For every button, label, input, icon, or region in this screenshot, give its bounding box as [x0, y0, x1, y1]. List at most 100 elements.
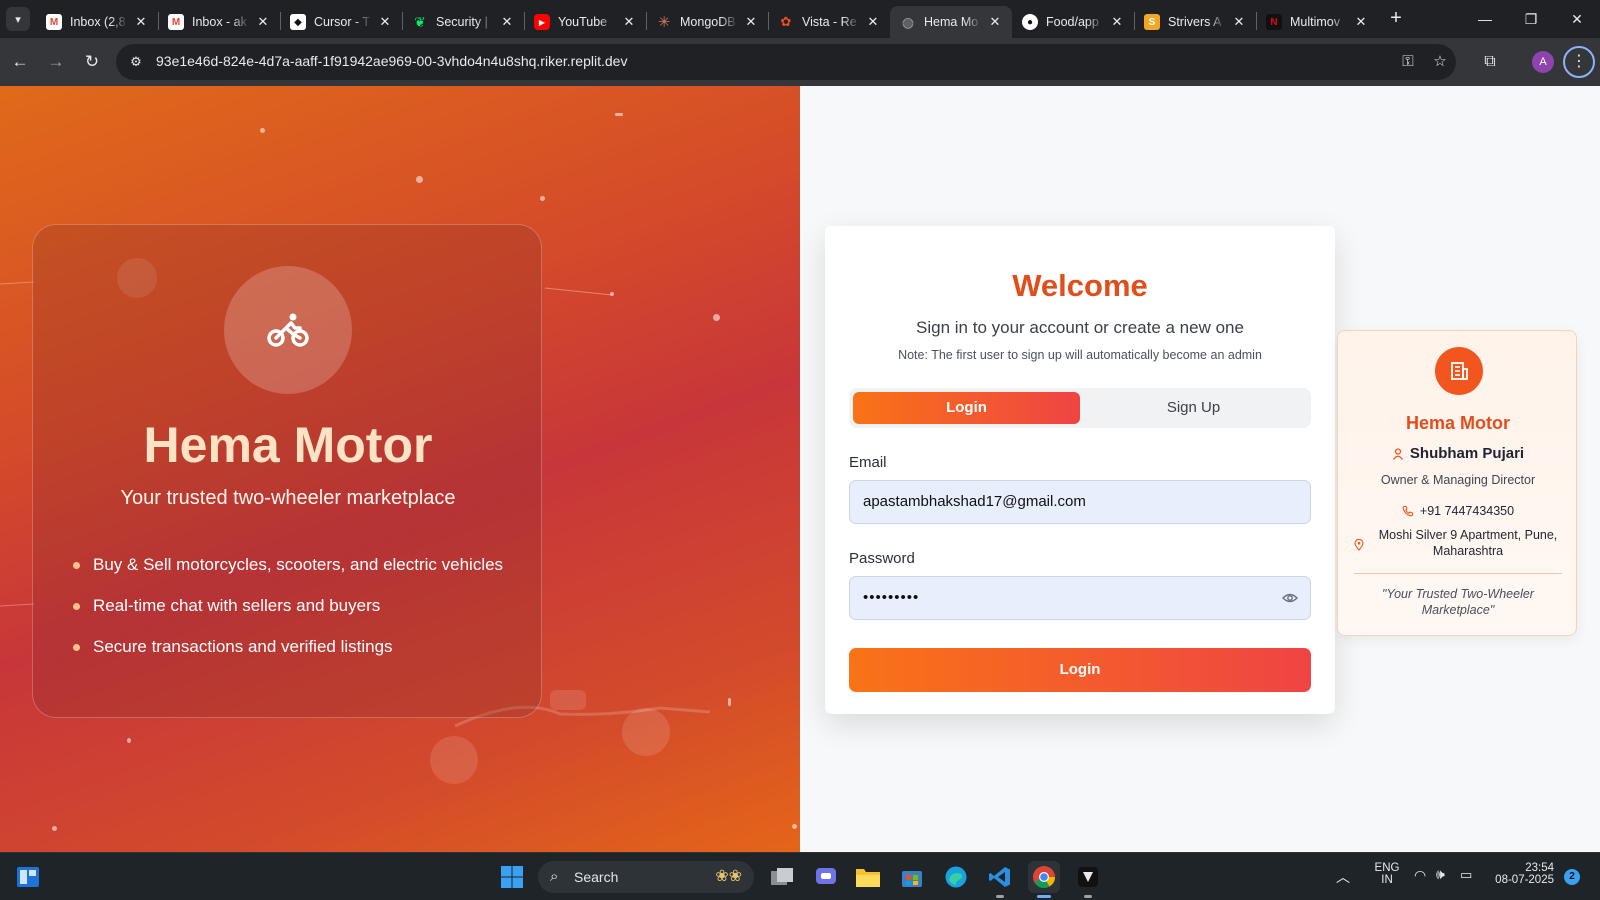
start-button[interactable] [496, 861, 528, 893]
close-icon[interactable]: ✕ [1352, 14, 1370, 30]
gmail-icon: M [46, 14, 62, 30]
folder-icon [856, 869, 880, 887]
taskbar-search[interactable]: ⌕ Search ❀❀ [538, 861, 754, 893]
tab-search-button[interactable]: ▾ [6, 7, 30, 31]
tab-security[interactable]: ❦ Security | ✕ [402, 6, 524, 38]
close-icon[interactable]: ✕ [376, 14, 394, 30]
close-icon[interactable]: ✕ [742, 14, 760, 30]
tab-title: YouTube [558, 15, 608, 29]
forward-button[interactable]: → [44, 50, 68, 74]
window-close-button[interactable]: ✕ [1554, 6, 1600, 32]
restore-icon: ❐ [1524, 11, 1538, 27]
owner-brand-title: Hema Motor [1405, 413, 1510, 433]
tab-signup[interactable]: Sign Up [1080, 392, 1307, 424]
tab-gmail-1[interactable]: M Inbox (2,8 ✕ [36, 6, 158, 38]
bookmark-star-icon[interactable]: ☆ [1430, 52, 1450, 72]
owner-phone: +91 7447434350 [1338, 504, 1578, 518]
feature-item: Buy & Sell motorcycles, scooters, and el… [73, 553, 513, 577]
search-icon: ⌕ [550, 868, 559, 885]
close-icon[interactable]: ✕ [132, 14, 150, 30]
tab-gmail-2[interactable]: M Inbox - ak ✕ [158, 6, 280, 38]
file-explorer-button[interactable] [852, 861, 884, 893]
owner-name: Shubham Pujari [1338, 445, 1578, 462]
browser-tab-strip: ▾ M Inbox (2,8 ✕ M Inbox - ak ✕ ◆ Cursor… [0, 0, 1600, 38]
address-bar[interactable]: ⚙ 93e1e46d-824e-4d7a-aaff-1f91942ae969-0… [116, 44, 1456, 80]
auth-tabs: Login Sign Up [849, 388, 1311, 428]
figma-icon: ✿ [780, 14, 792, 29]
building-logo [1435, 347, 1483, 395]
tab-github[interactable]: ● Food/app ✕ [1012, 6, 1134, 38]
tab-youtube[interactable]: ▶ YouTube ✕ [524, 6, 646, 38]
cursor-app-button[interactable] [1072, 861, 1104, 898]
store-button[interactable] [896, 861, 928, 893]
tab-title: Cursor - T [314, 15, 371, 29]
welcome-heading: Welcome [1012, 268, 1148, 303]
task-view-button[interactable] [766, 861, 798, 893]
bicycle-icon [267, 313, 309, 347]
site-info-icon[interactable]: ⚙ [126, 52, 146, 72]
profile-avatar[interactable]: A [1532, 51, 1554, 73]
volume-icon[interactable]: 🕪 [1436, 866, 1445, 883]
password-key-icon[interactable]: ⚿ [1398, 52, 1418, 72]
tab-strivers[interactable]: S Strivers A ✕ [1134, 6, 1256, 38]
eye-icon[interactable] [1282, 590, 1298, 606]
teams-button[interactable] [810, 861, 842, 893]
tab-multimov[interactable]: N Multimov ✕ [1256, 6, 1378, 38]
close-icon[interactable]: ✕ [986, 14, 1004, 30]
vscode-button[interactable] [984, 861, 1016, 898]
notification-badge[interactable]: 2 [1564, 869, 1580, 885]
edge-icon [945, 866, 967, 888]
email-label: Email [849, 454, 887, 471]
close-icon[interactable]: ✕ [254, 14, 272, 30]
bing-highlight-icon: ❀❀ [715, 868, 742, 885]
tab-title: Inbox (2,8 [70, 15, 126, 29]
close-icon[interactable]: ✕ [1108, 14, 1126, 30]
windows-taskbar: ⌕ Search ❀❀ ︿ ENG IN ◠ 🕪 ▭ 23:54 08-07-2… [0, 852, 1600, 900]
owner-info-card: Hema Motor Shubham Pujari Owner & Managi… [1337, 330, 1577, 636]
chrome-button[interactable] [1028, 861, 1060, 898]
restore-button[interactable]: ❐ [1508, 6, 1554, 32]
close-icon: ✕ [1571, 11, 1583, 27]
battery-icon[interactable]: ▭ [1460, 867, 1472, 883]
map-pin-icon [1354, 539, 1364, 551]
gmail-icon: M [168, 14, 184, 30]
tab-hema-motor[interactable]: ◍ Hema Mo ✕ [890, 6, 1012, 38]
close-icon[interactable]: ✕ [620, 14, 638, 30]
login-submit-button[interactable]: Login [849, 648, 1311, 692]
edge-button[interactable] [940, 861, 972, 893]
globe-icon: ◍ [901, 13, 915, 30]
phone-icon [1402, 505, 1413, 517]
url-text[interactable]: 93e1e46d-824e-4d7a-aaff-1f91942ae969-00-… [156, 53, 627, 69]
new-tab-button[interactable]: + [1384, 7, 1408, 31]
minimize-button[interactable]: — [1462, 6, 1508, 32]
feature-text: Buy & Sell motorcycles, scooters, and el… [93, 555, 504, 574]
close-icon[interactable]: ✕ [498, 14, 516, 30]
password-label: Password [849, 550, 915, 567]
hero-card: Hema Motor Your trusted two-wheeler mark… [32, 224, 542, 718]
widgets-button[interactable] [12, 861, 44, 893]
tab-login[interactable]: Login [853, 392, 1080, 424]
back-button[interactable]: ← [8, 50, 32, 74]
building-icon [1451, 362, 1468, 380]
extensions-icon[interactable]: ⧉ [1478, 50, 1502, 74]
clock[interactable]: 23:54 08-07-2025 [1488, 862, 1554, 886]
reload-button[interactable]: ↻ [80, 50, 104, 74]
browser-menu-button[interactable]: ⋮ [1563, 46, 1595, 78]
tab-title: Strivers A [1168, 15, 1222, 29]
language-indicator[interactable]: ENG IN [1372, 862, 1402, 886]
chevron-down-icon: ▾ [15, 13, 21, 26]
browser-toolbar: ← → ↻ ⚙ 93e1e46d-824e-4d7a-aaff-1f91942a… [0, 38, 1600, 86]
tab-mongodb[interactable]: ✳ MongoDB ✕ [646, 6, 768, 38]
feature-text: Secure transactions and verified listing… [93, 637, 393, 656]
tab-cursor[interactable]: ◆ Cursor - T ✕ [280, 6, 402, 38]
email-field[interactable]: apastambhakshad17@gmail.com [849, 480, 1311, 524]
vscode-icon [989, 867, 1010, 887]
password-field[interactable]: ••••••••• [849, 576, 1311, 620]
close-icon[interactable]: ✕ [1230, 14, 1248, 30]
tray-overflow-chevron-icon[interactable]: ︿ [1336, 867, 1350, 887]
wifi-icon[interactable]: ◠ [1414, 867, 1426, 884]
tab-title: Multimov [1290, 15, 1341, 29]
tab-vista[interactable]: ✿ Vista - Re ✕ [768, 6, 890, 38]
close-icon[interactable]: ✕ [864, 14, 882, 30]
arrow-right-icon: → [47, 52, 65, 71]
